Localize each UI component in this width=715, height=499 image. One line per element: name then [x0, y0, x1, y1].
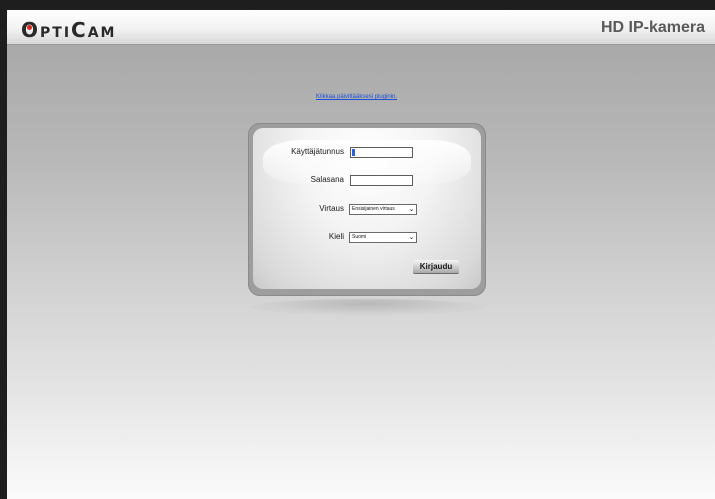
- stream-select-value: Ensisijainen virtaus: [352, 206, 395, 212]
- password-field[interactable]: [350, 175, 413, 186]
- language-select[interactable]: Suomi ⌄: [349, 232, 417, 243]
- plugin-update-link[interactable]: Klikkaa päivittääksesi pluginin.: [316, 94, 397, 100]
- username-field[interactable]: [350, 147, 413, 158]
- logo-dot-icon: [27, 25, 32, 30]
- logo-text: OptiCam: [21, 18, 117, 42]
- username-label: Käyttäjätunnus: [291, 147, 344, 156]
- page-header: OptiCam HD IP-kamera: [7, 10, 715, 45]
- window-frame-left: [0, 0, 7, 499]
- login-button[interactable]: Kirjaudu: [413, 260, 459, 273]
- chevron-down-icon: ⌄: [408, 234, 415, 241]
- page-title: HD IP-kamera: [600, 19, 705, 36]
- language-select-value: Suomi: [352, 234, 367, 240]
- stream-select[interactable]: Ensisijainen virtaus ⌄: [349, 204, 417, 215]
- stream-label: Virtaus: [319, 204, 344, 213]
- main-content: Klikkaa päivittääksesi pluginin. Käyttäj…: [7, 45, 715, 499]
- chevron-down-icon: ⌄: [408, 206, 415, 213]
- browser-window: OptiCam HD IP-kamera Klikkaa päivittääks…: [0, 0, 715, 499]
- panel-reflection: [251, 299, 483, 315]
- password-label: Salasana: [310, 175, 344, 184]
- language-label: Kieli: [328, 232, 344, 241]
- window-frame-top: [0, 0, 715, 10]
- text-caret: [352, 149, 355, 156]
- opticam-logo: OptiCam: [21, 18, 116, 42]
